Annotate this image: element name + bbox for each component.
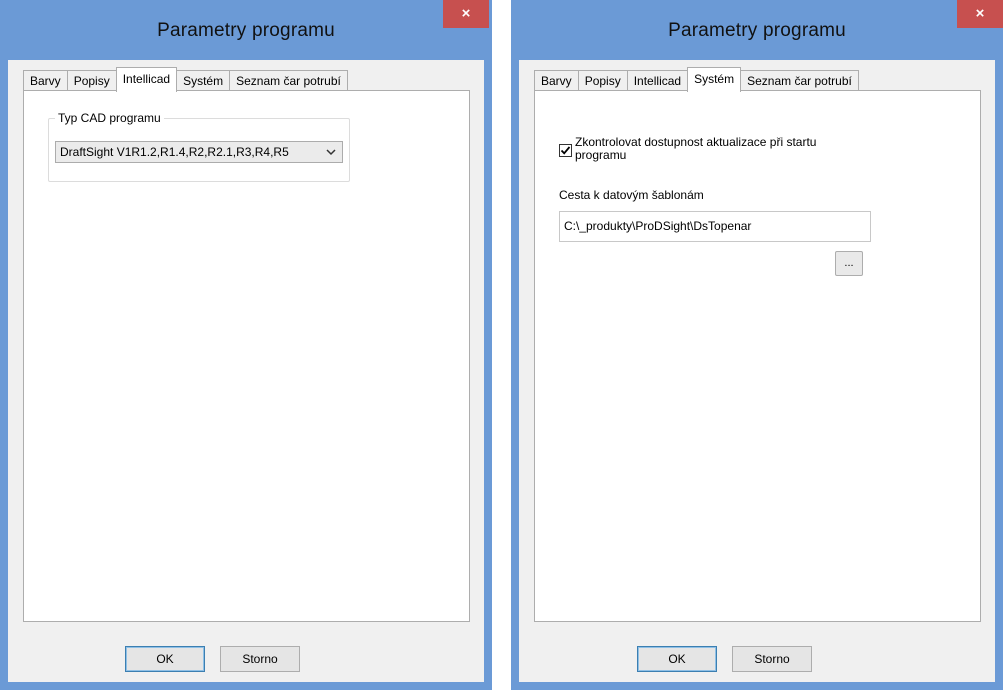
tab-panel-intellicad: Typ CAD programu DraftSight V1R1.2,R1.4,… xyxy=(23,90,470,622)
tab-strip: Barvy Popisy Intellicad Systém Seznam ča… xyxy=(23,67,348,92)
cancel-button[interactable]: Storno xyxy=(732,646,812,672)
tab-barvy[interactable]: Barvy xyxy=(23,70,68,91)
tab-system[interactable]: Systém xyxy=(687,67,742,92)
title-bar[interactable]: Parametry programu × xyxy=(511,0,1003,60)
tab-barvy[interactable]: Barvy xyxy=(534,70,579,91)
tab-intellicad[interactable]: Intellicad xyxy=(115,67,178,92)
browse-button[interactable]: ... xyxy=(835,251,863,276)
update-check-checkbox[interactable] xyxy=(559,144,572,157)
cancel-button[interactable]: Storno xyxy=(220,646,300,672)
close-icon[interactable]: × xyxy=(443,0,489,28)
cad-type-groupbox: Typ CAD programu DraftSight V1R1.2,R1.4,… xyxy=(48,111,350,182)
ok-button[interactable]: OK xyxy=(125,646,205,672)
template-path-input[interactable]: C:\_produkty\ProDSight\DsTopenar xyxy=(559,211,871,242)
chevron-down-icon xyxy=(326,142,336,170)
cad-type-select-value: DraftSight V1R1.2,R1.4,R2,R2.1,R3,R4,R5 xyxy=(60,145,289,159)
tab-panel-system: Zkontrolovat dostupnost aktualizace při … xyxy=(534,90,981,622)
dialog-client-area: Barvy Popisy Intellicad Systém Seznam ča… xyxy=(8,60,484,682)
tab-popisy[interactable]: Popisy xyxy=(66,70,117,91)
tab-popisy[interactable]: Popisy xyxy=(577,70,628,91)
template-path-label: Cesta k datovým šablonám xyxy=(559,188,704,202)
ok-button[interactable]: OK xyxy=(637,646,717,672)
checkmark-icon xyxy=(560,146,571,155)
title-bar[interactable]: Parametry programu × xyxy=(0,0,492,60)
dialog-window-intellicad: Parametry programu × Barvy Popisy Intell… xyxy=(0,0,492,690)
dialog-window-system: Parametry programu × Barvy Popisy Intell… xyxy=(511,0,1003,690)
close-icon[interactable]: × xyxy=(957,0,1003,28)
update-check-row[interactable]: Zkontrolovat dostupnost aktualizace při … xyxy=(559,136,879,162)
tab-strip: Barvy Popisy Intellicad Systém Seznam ča… xyxy=(534,67,859,92)
update-check-label: Zkontrolovat dostupnost aktualizace při … xyxy=(575,135,817,162)
cad-type-group-label: Typ CAD programu xyxy=(55,111,164,125)
tab-seznam-car-potrubi[interactable]: Seznam čar potrubí xyxy=(740,70,859,91)
tab-seznam-car-potrubi[interactable]: Seznam čar potrubí xyxy=(229,70,348,91)
tab-intellicad[interactable]: Intellicad xyxy=(626,70,689,91)
window-title: Parametry programu xyxy=(157,20,335,41)
cad-type-select[interactable]: DraftSight V1R1.2,R1.4,R2,R2.1,R3,R4,R5 xyxy=(55,141,343,163)
window-title: Parametry programu xyxy=(668,20,846,41)
dialog-client-area: Barvy Popisy Intellicad Systém Seznam ča… xyxy=(519,60,995,682)
tab-system[interactable]: Systém xyxy=(176,70,231,91)
